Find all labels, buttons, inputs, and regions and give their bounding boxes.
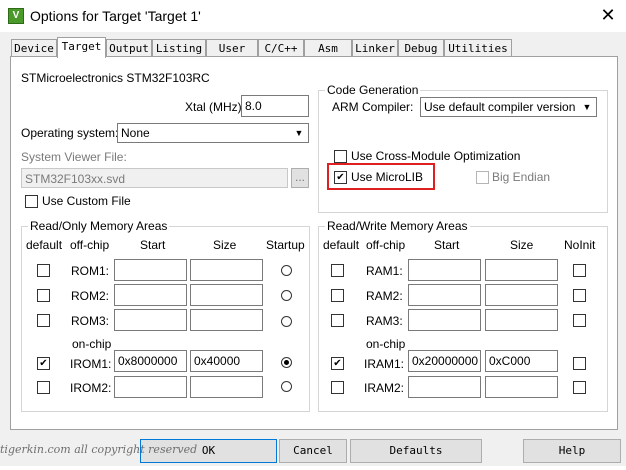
rw-header-default: default: [323, 238, 360, 252]
ro-header-size: Size: [213, 238, 237, 252]
code-generation-title: Code Generation: [325, 83, 421, 97]
iram2-default-checkbox[interactable]: [331, 381, 344, 394]
microlib-checkbox[interactable]: ✔: [334, 171, 347, 184]
use-custom-file-label: Use Custom File: [42, 194, 131, 208]
rom2-startup-radio[interactable]: [281, 290, 292, 301]
ram2-default-checkbox[interactable]: [331, 289, 344, 302]
rw-onchip-label: on-chip: [366, 337, 406, 351]
ram2-start-input[interactable]: [408, 284, 481, 306]
rom3-default-checkbox[interactable]: [37, 314, 50, 327]
help-button[interactable]: Help: [523, 439, 621, 463]
rom2-default-checkbox[interactable]: [37, 289, 50, 302]
rom1-startup-radio[interactable]: [281, 265, 292, 276]
rw-header-size: Size: [510, 238, 534, 252]
rom3-label: ROM3:: [71, 314, 110, 328]
cross-module-checkbox[interactable]: [334, 150, 347, 163]
iram2-noinit-checkbox[interactable]: [573, 381, 586, 394]
os-label: Operating system:: [21, 126, 119, 140]
rw-header-offchip: off-chip: [366, 238, 406, 252]
irom1-startup-radio[interactable]: [281, 357, 292, 368]
iram1-default-checkbox[interactable]: ✔: [331, 357, 344, 370]
ram1-label: RAM1:: [366, 264, 403, 278]
rom3-start-input[interactable]: [114, 309, 187, 331]
ram1-default-checkbox[interactable]: [331, 264, 344, 277]
big-endian-checkbox[interactable]: [476, 171, 489, 184]
rom3-startup-radio[interactable]: [281, 316, 292, 327]
irom2-start-input[interactable]: [114, 376, 187, 398]
rw-header-start: Start: [434, 238, 460, 252]
xtal-input[interactable]: 8.0: [241, 95, 309, 117]
iram1-noinit-checkbox[interactable]: [573, 357, 586, 370]
xtal-label: Xtal (MHz):: [185, 100, 245, 114]
ro-header-offchip: off-chip: [70, 238, 110, 252]
rom2-size-input[interactable]: [190, 284, 263, 306]
ro-memory-title: Read/Only Memory Areas: [28, 219, 170, 233]
cancel-button[interactable]: Cancel: [279, 439, 347, 463]
ram3-start-input[interactable]: [408, 309, 481, 331]
rom1-size-input[interactable]: [190, 259, 263, 281]
irom2-default-checkbox[interactable]: [37, 381, 50, 394]
iram1-size-input[interactable]: 0xC000: [485, 350, 558, 372]
ram3-noinit-checkbox[interactable]: [573, 314, 586, 327]
iram2-label: IRAM2:: [364, 381, 405, 395]
ram2-noinit-checkbox[interactable]: [573, 289, 586, 302]
arm-compiler-label: ARM Compiler:: [332, 100, 414, 114]
ro-header-startup: Startup: [266, 238, 305, 252]
rw-header-noinit: NoInit: [564, 238, 596, 252]
irom1-default-checkbox[interactable]: ✔: [37, 357, 50, 370]
rom1-label: ROM1:: [71, 264, 110, 278]
ram3-size-input[interactable]: [485, 309, 558, 331]
ram2-size-input[interactable]: [485, 284, 558, 306]
rw-memory-title: Read/Write Memory Areas: [325, 219, 470, 233]
chevron-down-icon: ▼: [582, 102, 592, 112]
rom1-default-checkbox[interactable]: [37, 264, 50, 277]
iram2-start-input[interactable]: [408, 376, 481, 398]
svd-input[interactable]: STM32F103xx.svd: [21, 168, 288, 188]
ro-header-default: default: [26, 238, 63, 252]
device-name: STMicroelectronics STM32F103RC: [21, 71, 210, 85]
ram3-default-checkbox[interactable]: [331, 314, 344, 327]
os-select[interactable]: None ▼: [117, 123, 309, 143]
arm-compiler-select[interactable]: Use default compiler version ▼: [420, 97, 597, 117]
svd-browse-button[interactable]: ...: [291, 168, 309, 188]
cross-module-label: Use Cross-Module Optimization: [351, 149, 521, 163]
rom3-size-input[interactable]: [190, 309, 263, 331]
arm-compiler-value: Use default compiler version: [424, 100, 576, 114]
use-custom-file-checkbox[interactable]: [25, 195, 38, 208]
ram2-label: RAM2:: [366, 289, 403, 303]
ram3-label: RAM3:: [366, 314, 403, 328]
chevron-down-icon: ▼: [294, 128, 304, 138]
os-value: None: [121, 126, 150, 140]
irom2-label: IROM2:: [70, 381, 112, 395]
defaults-button[interactable]: Defaults: [350, 439, 482, 463]
irom1-start-input[interactable]: 0x8000000: [114, 350, 187, 372]
microlib-label: Use MicroLIB: [351, 170, 424, 184]
iram1-start-input[interactable]: 0x20000000: [408, 350, 481, 372]
ram1-noinit-checkbox[interactable]: [573, 264, 586, 277]
rom2-label: ROM2:: [71, 289, 110, 303]
big-endian-label: Big Endian: [492, 170, 551, 184]
irom1-size-input[interactable]: 0x40000: [190, 350, 263, 372]
iram1-label: IRAM1:: [364, 357, 405, 371]
irom2-startup-radio[interactable]: [281, 381, 292, 392]
watermark-text: tigerkin.com all copyright reserved: [0, 443, 198, 456]
irom1-label: IROM1:: [70, 357, 112, 371]
ro-onchip-label: on-chip: [72, 337, 112, 351]
svd-label: System Viewer File:: [21, 150, 127, 164]
rom2-start-input[interactable]: [114, 284, 187, 306]
rom1-start-input[interactable]: [114, 259, 187, 281]
ram1-start-input[interactable]: [408, 259, 481, 281]
irom2-size-input[interactable]: [190, 376, 263, 398]
iram2-size-input[interactable]: [485, 376, 558, 398]
ram1-size-input[interactable]: [485, 259, 558, 281]
ro-header-start: Start: [140, 238, 166, 252]
